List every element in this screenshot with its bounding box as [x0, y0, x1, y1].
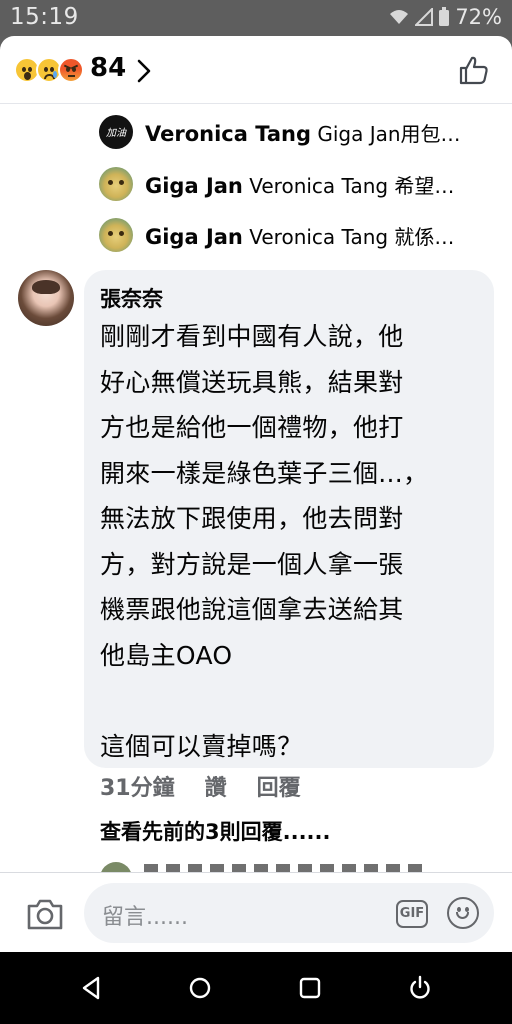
like-link[interactable]: 讚: [205, 770, 227, 802]
reply-text: Veronica Tang Giga Jan用包…: [145, 118, 477, 147]
battery-icon: [439, 7, 450, 26]
reply-author[interactable]: Giga Jan: [145, 174, 243, 198]
reply-text: Giga Jan Veronica Tang 希望…: [145, 170, 477, 199]
signal-icon: [415, 8, 434, 26]
reply-text: Giga Jan Veronica Tang 就係…: [145, 221, 477, 250]
reply-item[interactable]: Giga Jan Veronica Tang 就係…: [99, 217, 477, 253]
comment-line: 方，對方說是一個人拿一張: [100, 549, 404, 579]
avatar[interactable]: 加油: [99, 115, 133, 149]
comment-actions: 31分鐘 讚 回覆: [100, 770, 331, 802]
reply-author[interactable]: Giga Jan: [145, 225, 243, 249]
chevron-right-icon[interactable]: [136, 58, 152, 84]
comment-line: 開來一樣是綠色葉子三個...，: [100, 458, 429, 488]
comment-bubble[interactable]: 張奈奈 剛剛才看到中國有人說，他 好心無償送玩具熊，結果對 方也是給他一個禮物，…: [84, 270, 494, 768]
avatar[interactable]: [99, 167, 133, 201]
comment-line: 方也是給他一個禮物，他打: [100, 413, 404, 442]
power-icon[interactable]: [406, 974, 434, 1002]
comment-placeholder: 留言......: [102, 905, 188, 930]
emoji-icon[interactable]: [447, 897, 479, 929]
comment-line: 剛剛才看到中國有人說，他: [100, 322, 404, 351]
angry-reaction-icon: [58, 57, 84, 83]
reply-item[interactable]: Giga Jan Veronica Tang 希望…: [99, 166, 477, 202]
comment-line: 好心無償送玩具熊，結果對: [100, 367, 404, 397]
battery-level: 72%: [455, 5, 502, 29]
status-time: 15:19: [10, 4, 79, 30]
reaction-emoji-group: [14, 57, 84, 83]
comment-line: 這個可以賣掉嗎？: [100, 731, 303, 761]
reaction-summary-header[interactable]: 84: [0, 36, 512, 104]
reply-preview: Veronica Tang 希望…: [249, 173, 455, 198]
view-previous-replies-link[interactable]: 查看先前的3則回覆......: [100, 816, 330, 846]
commenter-avatar[interactable]: [18, 270, 74, 326]
back-icon[interactable]: [78, 974, 106, 1002]
camera-icon[interactable]: [26, 897, 64, 931]
status-bar: 15:19 72%: [0, 0, 512, 36]
comment-line: 機票跟他說這個拿去送給其: [100, 595, 404, 624]
comment-body: 剛剛才看到中國有人說，他 好心無償送玩具熊，結果對 方也是給他一個禮物，他打 開…: [100, 314, 478, 769]
reply-preview: Veronica Tang 就係…: [249, 224, 455, 249]
comment-composer: 留言...... GIF: [0, 872, 512, 952]
comment-input[interactable]: 留言...... GIF: [84, 883, 494, 943]
reply-preview: Giga Jan用包…: [317, 121, 461, 146]
reaction-count[interactable]: 84: [90, 53, 126, 83]
status-icons: 72%: [388, 5, 502, 29]
wifi-icon: [390, 10, 409, 24]
avatar[interactable]: [99, 218, 133, 252]
gif-button[interactable]: GIF: [396, 900, 428, 928]
reactions-comments-sheet: 84 加油 Veronica Tang Giga Jan用包… Giga Jan…: [0, 36, 512, 952]
reply-item[interactable]: 加油 Veronica Tang Giga Jan用包…: [99, 114, 477, 150]
home-icon[interactable]: [186, 974, 214, 1002]
comment-author[interactable]: 張奈奈: [100, 284, 478, 314]
system-nav-bar: [0, 952, 512, 1024]
comment-line: 無法放下跟使用，他去問對: [100, 504, 404, 533]
reply-author[interactable]: Veronica Tang: [145, 122, 311, 146]
thumbs-up-icon[interactable]: [458, 54, 490, 86]
comment-line: 他島主OAO: [100, 640, 233, 670]
comment-line: [100, 678, 478, 724]
comment-time: 31分鐘: [100, 776, 175, 801]
recent-apps-icon[interactable]: [296, 974, 324, 1002]
reply-link[interactable]: 回覆: [257, 770, 301, 802]
